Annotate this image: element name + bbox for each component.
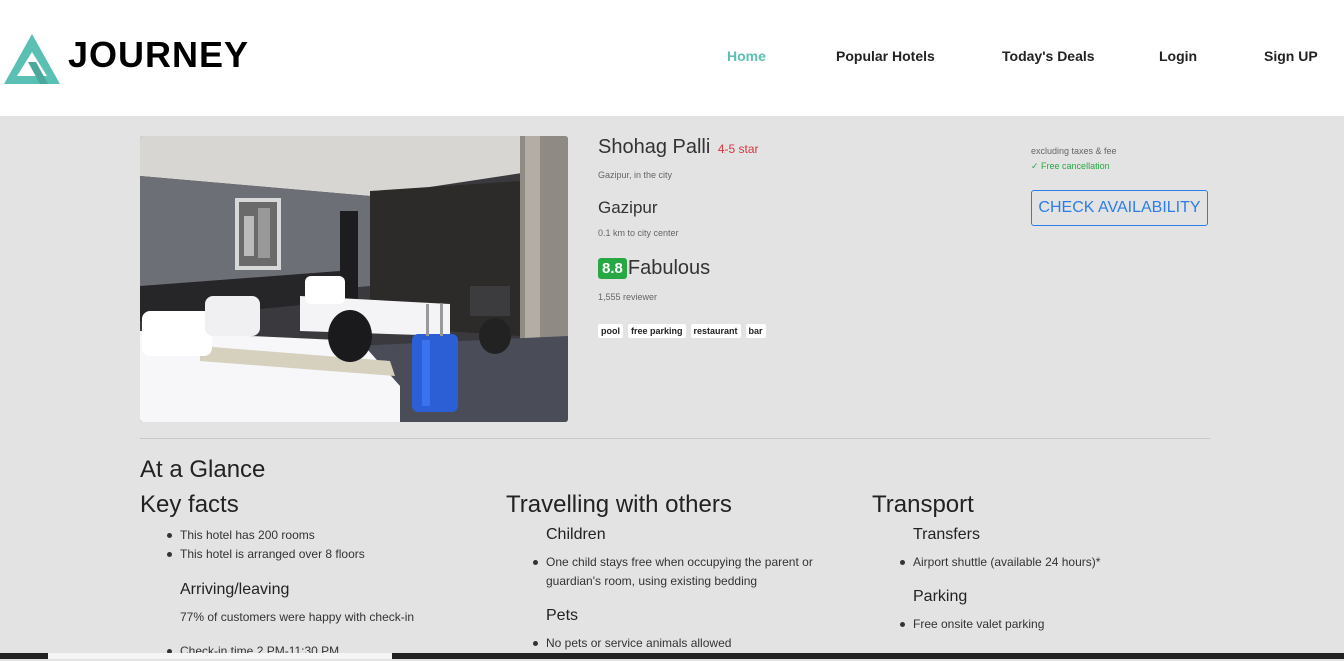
star-rating: 4-5 star <box>717 142 759 156</box>
reviewer-count: 1,555 reviewer <box>598 292 658 302</box>
nav-login[interactable]: Login <box>1159 48 1197 64</box>
tax-note: excluding taxes & fee <box>1031 146 1117 156</box>
triangle-logo-icon <box>4 34 60 84</box>
list-item: One child stays free when occupying the … <box>533 553 846 591</box>
hotel-room-photo <box>140 136 568 422</box>
travelling-heading: Travelling with others <box>506 491 732 518</box>
check-availability-button[interactable]: CHECK AVAILABILITY <box>1031 190 1208 226</box>
nav-sign-up[interactable]: Sign UP <box>1264 48 1318 64</box>
scrollbar-thumb[interactable] <box>48 653 392 659</box>
hotel-name: Shohag Palli <box>598 136 711 158</box>
list-item: Free onsite valet parking <box>899 615 1044 634</box>
nav-popular-hotels[interactable]: Popular Hotels <box>836 48 935 64</box>
parking-heading: Parking <box>913 588 968 605</box>
nav-todays-deals[interactable]: Today's Deals <box>1002 48 1095 64</box>
amenity-tag: restaurant <box>690 324 741 338</box>
hotel-city: Gazipur <box>598 198 658 217</box>
arriving-leaving-heading: Arriving/leaving <box>180 581 290 598</box>
checkin-satisfaction: 77% of customers were happy with check-i… <box>180 610 415 624</box>
location-subtitle: Gazipur, in the city <box>598 170 673 180</box>
at-a-glance-heading: At a Glance <box>140 456 266 483</box>
amenity-tag: free parking <box>628 324 686 338</box>
amenity-tag: pool <box>598 324 623 338</box>
list-item: Airport shuttle (available 24 hours)* <box>899 553 1100 572</box>
transport-heading: Transport <box>872 491 974 518</box>
section-divider <box>140 438 1210 439</box>
score-badge: 8.8 <box>598 258 627 279</box>
amenity-tag: bar <box>745 324 766 338</box>
list-item: This hotel has 200 rooms <box>167 526 315 545</box>
list-item: This hotel is arranged over 8 floors <box>167 545 365 564</box>
hotel-title: Shohag Palli 4-5 star <box>598 136 759 159</box>
brand-name: JOURNEY <box>68 34 250 75</box>
score-label: Fabulous <box>627 257 711 279</box>
key-facts-heading: Key facts <box>140 491 239 518</box>
navbar: JOURNEY Home Popular Hotels Today's Deal… <box>0 0 1344 116</box>
rating-row: 8.8 Fabulous <box>598 257 710 280</box>
amenity-tags: pool free parking restaurant bar <box>598 324 766 338</box>
list-item: No pets or service animals allowed <box>532 634 731 653</box>
distance-to-center: 0.1 km to city center <box>598 228 679 238</box>
children-heading: Children <box>546 526 606 543</box>
nav-home[interactable]: Home <box>727 48 766 64</box>
transfers-heading: Transfers <box>913 526 980 543</box>
pets-heading: Pets <box>546 607 579 624</box>
bottom-scrollbar[interactable] <box>0 653 1344 659</box>
free-cancellation: ✓ Free cancellation <box>1031 161 1110 171</box>
